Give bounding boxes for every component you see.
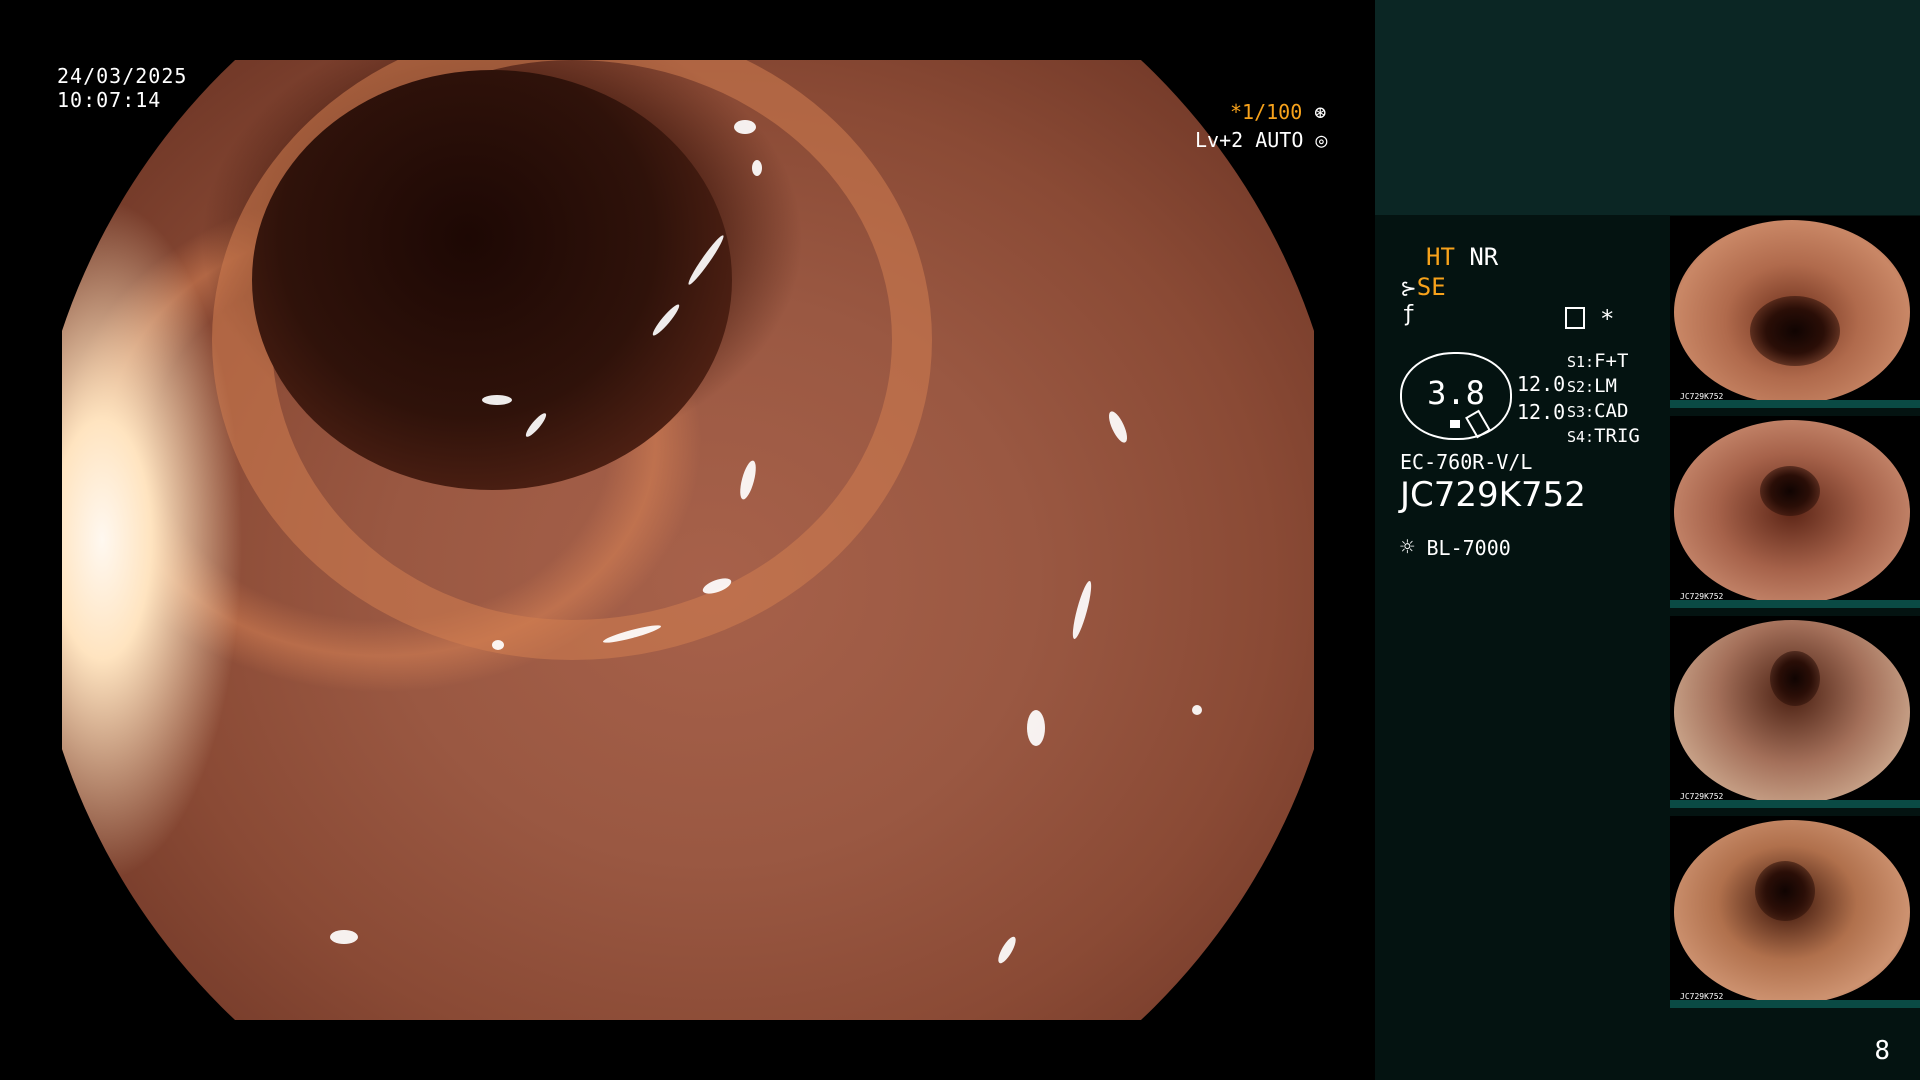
glint bbox=[995, 934, 1019, 966]
glint bbox=[330, 930, 358, 944]
glint bbox=[492, 640, 504, 650]
exam-time: 10:07:14 bbox=[57, 88, 162, 112]
ht-label: HT bbox=[1426, 243, 1455, 271]
light-source-icon: ☼ bbox=[1400, 533, 1415, 561]
thumbnail[interactable]: JC729K752 bbox=[1670, 416, 1920, 608]
asterisk-label: * bbox=[1600, 305, 1615, 333]
shutter-speed: *1/100 bbox=[1230, 100, 1303, 124]
glint bbox=[1105, 409, 1131, 445]
se-label: SE bbox=[1416, 273, 1446, 301]
airflow-gauge: 3.8 bbox=[1400, 352, 1512, 440]
glint bbox=[1069, 579, 1095, 641]
value-top: 12.0 bbox=[1517, 372, 1566, 396]
slash-f-icon: ƒ bbox=[1402, 302, 1416, 327]
glint bbox=[1192, 705, 1202, 715]
iris-icon: ◎ bbox=[1315, 128, 1328, 152]
scope-tip-icon: ⊱ bbox=[1400, 276, 1417, 300]
nr-label: NR bbox=[1469, 243, 1499, 271]
gauge-value: 3.8 bbox=[1427, 374, 1485, 412]
brightness-level: Lv+2 AUTO bbox=[1195, 128, 1304, 152]
aperture-icon: ⊛ bbox=[1314, 100, 1327, 124]
thumbnail[interactable]: JC729K752 bbox=[1670, 216, 1920, 408]
enhancement-row: HT NR bbox=[1426, 243, 1498, 271]
document-icon bbox=[1565, 307, 1585, 329]
glint bbox=[482, 395, 512, 405]
thumbnail[interactable]: JC729K752 bbox=[1670, 816, 1920, 1008]
switch-s2: S2:LM bbox=[1567, 375, 1617, 397]
shutter-indicator: *1/100 ⊛ bbox=[1230, 100, 1326, 124]
panel-header-area bbox=[1375, 0, 1920, 215]
value-bottom: 12.0 bbox=[1517, 400, 1566, 424]
thumbnail[interactable]: JC729K752 bbox=[1670, 616, 1920, 808]
scope-model: EC-760R-V/L bbox=[1400, 450, 1533, 474]
gauge-marker bbox=[1450, 420, 1460, 428]
light-source-model: BL-7000 bbox=[1426, 536, 1511, 560]
level-indicator: Lv+2 AUTO ◎ bbox=[1195, 128, 1327, 152]
switch-s3: S3:CAD bbox=[1567, 400, 1629, 422]
lumen bbox=[252, 70, 732, 490]
endoscope-view bbox=[62, 60, 1314, 1020]
page-number: 8 bbox=[1874, 1036, 1890, 1066]
light-source: ☼ BL-7000 bbox=[1400, 533, 1511, 561]
glint bbox=[1027, 710, 1045, 746]
se-row: ⊱SE bbox=[1400, 273, 1446, 301]
exam-date: 24/03/2025 bbox=[57, 64, 188, 88]
glint bbox=[734, 120, 756, 134]
glint bbox=[752, 160, 762, 176]
switch-s4: S4:TRIG bbox=[1567, 425, 1640, 447]
scope-serial: JC729K752 bbox=[1400, 475, 1586, 515]
gauge-bottle-icon bbox=[1465, 409, 1491, 439]
switch-s1: S1:F+T bbox=[1567, 350, 1629, 372]
